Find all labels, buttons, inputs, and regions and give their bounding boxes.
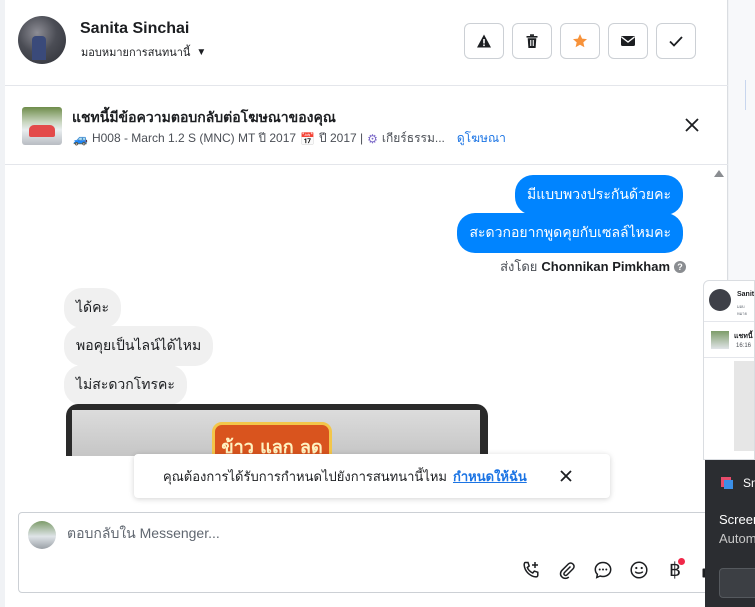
outgoing-message[interactable]: มีแบบพวงประกันด้วยคะ (515, 175, 683, 215)
trash-icon (526, 34, 538, 48)
saved-reply-button[interactable] (590, 557, 616, 583)
snipping-tool-icon (721, 477, 733, 489)
ad-gear-label: เกียร์ธรรม... (381, 131, 445, 145)
contact-avatar[interactable] (18, 16, 66, 64)
call-button[interactable] (518, 557, 544, 583)
view-ad-link[interactable]: ดูโฆษณา (457, 129, 506, 148)
reply-composer: ฿ (18, 512, 723, 593)
close-icon[interactable] (558, 468, 574, 484)
payment-button[interactable]: ฿ (662, 557, 688, 583)
sent-by-label: ส่งโดย Chonnikan Pimkham ? (500, 256, 686, 277)
check-icon (669, 36, 683, 47)
email-button[interactable] (608, 23, 648, 59)
notification-dot (678, 558, 685, 565)
background-divider (745, 80, 755, 110)
smiley-icon (630, 561, 648, 579)
mini-contact-name: Sanit (737, 291, 755, 298)
envelope-icon (621, 36, 635, 46)
assign-prompt: คุณต้องการได้รับการกำหนดไปยังการสนทนานี้… (134, 454, 610, 498)
mini-image (734, 361, 754, 451)
scroll-up-arrow-icon[interactable] (714, 170, 724, 177)
report-button[interactable] (464, 23, 504, 59)
ad-details: 🚙 H008 - March 1.2 S (MNC) MT ปี 2017 📅 … (73, 129, 506, 148)
delete-button[interactable] (512, 23, 552, 59)
notification-popup[interactable]: Sn Screen Autom (705, 460, 755, 607)
star-button[interactable] (560, 23, 600, 59)
divider (704, 357, 754, 358)
help-icon[interactable]: ? (674, 260, 686, 273)
star-icon (573, 34, 587, 48)
mark-done-button[interactable] (656, 23, 696, 59)
ad-thumbnail[interactable] (22, 107, 62, 145)
caret-down-icon: ▼ (196, 46, 207, 58)
paperclip-icon (559, 562, 575, 580)
image-content: ข้าว แลก ลด (72, 410, 480, 456)
incoming-image[interactable]: ข้าว แลก ลด (66, 404, 488, 456)
assign-conversation-dropdown[interactable]: มอบหมายการสนทนานี้ ▼ (81, 43, 206, 61)
mini-assign-label: มอบหมาย (737, 304, 747, 316)
divider (704, 321, 754, 322)
gear-icon: ⚙ (367, 131, 378, 146)
close-icon[interactable] (682, 115, 702, 135)
chat-bubble-icon (594, 561, 612, 579)
mini-time: 16:16 (736, 343, 752, 349)
ad-year-label: ปี 2017 | (319, 131, 364, 145)
contact-name[interactable]: Sanita Sinchai (80, 20, 189, 38)
ad-banner-title: แชทนี้มีข้อความตอบกลับต่อโฆษณาของคุณ (72, 109, 336, 125)
popup-line2: Autom (719, 531, 755, 546)
attach-button[interactable] (554, 557, 580, 583)
background-chat-window[interactable]: Sanit มอบหมาย แชทนี้ 16:16 (703, 280, 755, 460)
ad-reply-banner: แชทนี้มีข้อความตอบกลับต่อโฆษณาของคุณ 🚙 H… (5, 87, 728, 165)
page-avatar (28, 521, 56, 549)
mini-avatar (709, 289, 731, 311)
mini-ad-thumbnail (711, 331, 729, 349)
car-icon: 🚙 (73, 131, 88, 146)
sent-by-name: Chonnikan Pimkham (541, 259, 670, 274)
composer-tools: ฿ (518, 557, 724, 583)
sent-by-prefix: ส่งโดย (500, 259, 538, 274)
conversation-header: Sanita Sinchai มอบหมายการสนทนานี้ ▼ (5, 0, 728, 86)
image-sign: ข้าว แลก ลด (212, 422, 332, 456)
phone-plus-icon (523, 561, 539, 578)
popup-title: Sn (743, 476, 755, 490)
header-actions (464, 23, 696, 59)
emoji-button[interactable] (626, 557, 652, 583)
popup-button[interactable] (719, 568, 755, 598)
calendar-icon: 📅 (300, 131, 316, 146)
message-thread[interactable]: มีแบบพวงประกันด้วยคะ สะดวกอยากพูดคุยกับเ… (5, 166, 728, 456)
conversation-pane: Sanita Sinchai มอบหมายการสนทนานี้ ▼ แชทน… (5, 0, 728, 607)
mini-ad-title: แชทนี้ (734, 333, 753, 340)
outgoing-message[interactable]: สะดวกอยากพูดคุยกับเซลล์ไหมคะ (457, 213, 683, 253)
reply-input[interactable] (67, 525, 667, 541)
assign-prompt-text: คุณต้องการได้รับการกำหนดไปยังการสนทนานี้… (163, 468, 447, 484)
ad-car-label: H008 - March 1.2 S (MNC) MT ปี 2017 (91, 131, 297, 145)
warning-icon (477, 34, 491, 48)
incoming-message[interactable]: ได้คะ (64, 288, 122, 328)
incoming-message[interactable]: ไม่สะดวกโทรคะ (64, 365, 187, 405)
incoming-message[interactable]: พอคุยเป็นไลน์ได้ไหม (64, 326, 214, 366)
assign-to-me-link[interactable]: กำหนดให้ฉัน (453, 466, 527, 487)
popup-line1: Screen (719, 512, 755, 527)
assign-label: มอบหมายการสนทนานี้ (81, 47, 191, 59)
